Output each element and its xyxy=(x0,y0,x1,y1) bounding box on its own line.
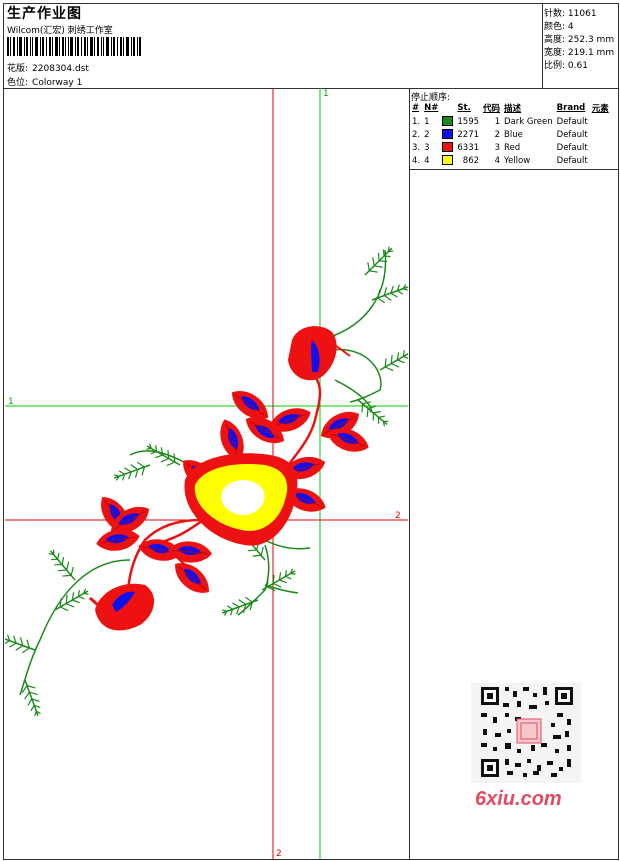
stat-width: 宽度: 219.1 mm xyxy=(544,48,615,58)
watermark: 6xiu.com xyxy=(475,788,562,810)
table-row: 2. 2 2271 2 Blue Default xyxy=(412,129,588,140)
color-swatch xyxy=(442,155,454,166)
col-swatch xyxy=(440,101,455,115)
color-swatch xyxy=(442,142,454,153)
stat-colors: 颜色: 4 xyxy=(544,22,574,32)
col-needle: N# xyxy=(424,103,439,113)
col-stitches: St. xyxy=(457,103,471,113)
stat-stitches: 针数: 11061 xyxy=(544,9,597,19)
stat-height: 高度: 252.3 mm xyxy=(544,35,615,45)
color-table-header: # N# St. 代码 描述 Brand 元素 xyxy=(410,101,611,115)
design-file-line: 花版: 2208304.dst xyxy=(7,61,89,74)
colorway-label: 色位: xyxy=(7,78,29,88)
barcode xyxy=(7,37,141,56)
design-file-label: 花版: xyxy=(7,64,29,74)
company-name: Wilcom(汇宏) 刺绣工作室 xyxy=(7,26,113,36)
guide-label-red-right: 2 xyxy=(395,511,401,521)
col-element: 元素 xyxy=(591,104,609,114)
guide-label-green-left: 1 xyxy=(8,397,14,407)
col-index: # xyxy=(412,103,420,113)
guide-label-green-top: 1 xyxy=(323,89,329,99)
table-row: 4. 4 862 4 Yellow Default xyxy=(412,155,588,166)
colorway-value: Colorway 1 xyxy=(32,78,83,88)
color-table: # N# St. 代码 描述 Brand 元素 1. 1 1595 1 Dark G… xyxy=(410,101,611,167)
color-swatch xyxy=(442,129,454,140)
colorway-line: 色位: Colorway 1 xyxy=(7,75,82,88)
table-row: 3. 3 6331 3 Red Default xyxy=(412,142,588,153)
qr-code xyxy=(471,683,581,783)
guide-label-red-bottom: 2 xyxy=(276,849,282,859)
col-desc: 描述 xyxy=(504,104,522,114)
design-file-value: 2208304.dst xyxy=(32,64,89,74)
table-row: 1. 1 1595 1 Dark Green Default xyxy=(412,116,588,127)
col-code: 代码 xyxy=(483,104,501,114)
color-swatch xyxy=(442,116,454,127)
stat-scale: 比例: 0.61 xyxy=(544,61,588,71)
page-title: 生产作业图 xyxy=(7,6,82,22)
col-brand: Brand xyxy=(556,103,586,113)
embroidery-design: 1 1 2 2 xyxy=(5,88,408,859)
